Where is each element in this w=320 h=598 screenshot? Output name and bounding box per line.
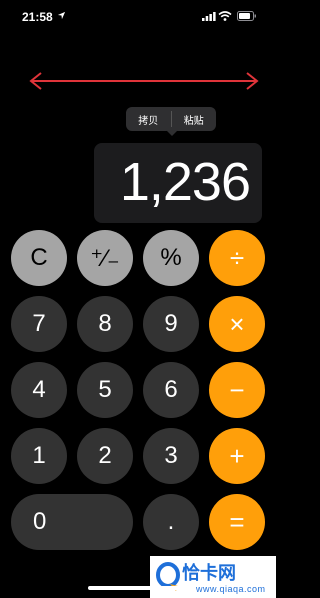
- digit-1-key[interactable]: 1: [11, 428, 67, 484]
- double-arrow-icon: [29, 72, 259, 90]
- digit-6-key[interactable]: 6: [143, 362, 199, 418]
- equals-key[interactable]: =: [209, 494, 265, 550]
- digit-2-key[interactable]: 2: [77, 428, 133, 484]
- add-key[interactable]: +: [209, 428, 265, 484]
- wifi-icon: [218, 11, 232, 21]
- home-indicator[interactable]: [88, 586, 188, 590]
- decimal-key[interactable]: .: [143, 494, 199, 550]
- battery-icon: [237, 11, 256, 21]
- percent-key[interactable]: %: [143, 230, 199, 286]
- paste-menu-item[interactable]: 粘贴: [172, 112, 217, 127]
- cellular-signal-icon: [202, 12, 216, 21]
- watermark-url: www.qiaqa.com: [196, 584, 266, 594]
- clipboard-menu-pointer: [166, 130, 178, 136]
- divide-key[interactable]: ÷: [209, 230, 265, 286]
- subtract-key[interactable]: −: [209, 362, 265, 418]
- status-bar: 21:58: [0, 0, 276, 30]
- copy-menu-item[interactable]: 拷贝: [126, 112, 171, 127]
- digit-0-key[interactable]: 0: [11, 494, 133, 550]
- status-time: 21:58: [22, 10, 53, 24]
- digit-8-key[interactable]: 8: [77, 296, 133, 352]
- watermark: 恰卡网 www.qiaqa.com: [150, 556, 276, 598]
- digit-3-key[interactable]: 3: [143, 428, 199, 484]
- digit-4-key[interactable]: 4: [11, 362, 67, 418]
- clear-key[interactable]: C: [11, 230, 67, 286]
- location-arrow-icon: [57, 11, 66, 20]
- multiply-key[interactable]: ×: [209, 296, 265, 352]
- result-display[interactable]: 1,236: [94, 143, 262, 223]
- watermark-title: 恰卡网: [182, 563, 236, 583]
- digit-5-key[interactable]: 5: [77, 362, 133, 418]
- clipboard-menu: 拷贝 粘贴: [126, 107, 216, 131]
- digit-7-key[interactable]: 7: [11, 296, 67, 352]
- sign-toggle-key[interactable]: ⁺⁄₋: [77, 230, 133, 286]
- digit-9-key[interactable]: 9: [143, 296, 199, 352]
- display-value: 1,236: [119, 152, 251, 212]
